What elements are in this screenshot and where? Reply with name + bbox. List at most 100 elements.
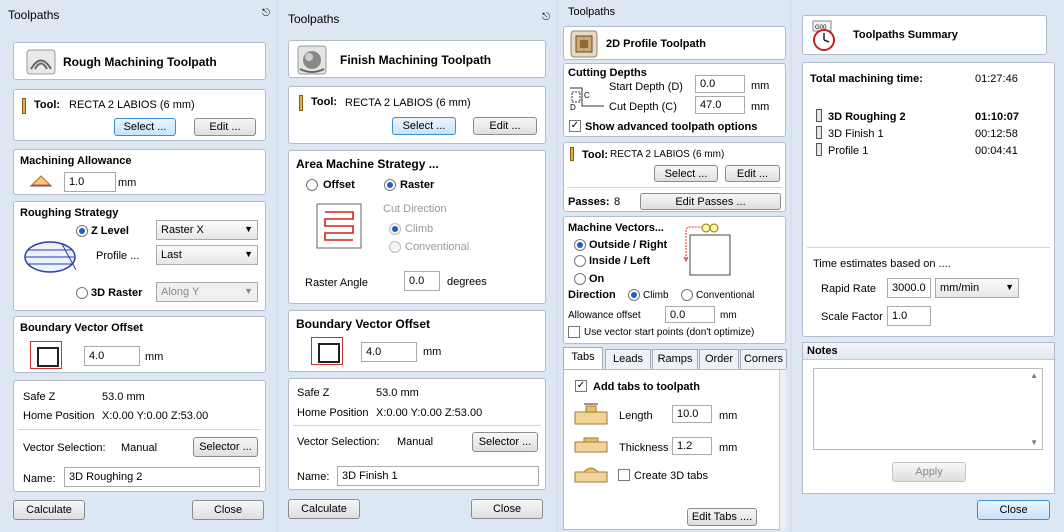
vector-start-checkbox[interactable] (568, 326, 580, 338)
machine-vector-icon (683, 223, 731, 276)
edit-tabs-button[interactable]: Edit Tabs .... (687, 508, 757, 526)
rough-boundary-unit: mm (145, 351, 164, 363)
summary-title-panel: G00 Toolpaths Summary (802, 15, 1047, 55)
edit-passes-button[interactable]: Edit Passes ... (640, 193, 781, 210)
select-tool-button[interactable]: Select ... (654, 165, 718, 182)
clock-icon: G00 (812, 20, 835, 51)
rapid-rate-input[interactable] (887, 278, 931, 298)
rough-machining-icon (26, 49, 56, 75)
tab-order[interactable]: Order (699, 349, 739, 369)
edit-tool-button[interactable]: Edit ... (194, 118, 256, 136)
climb-radio[interactable] (389, 223, 401, 235)
tab-leads[interactable]: Leads (605, 349, 651, 369)
dropdown-arrow-icon: ▼ (1005, 282, 1014, 292)
finish-header-title: Toolpaths (288, 12, 340, 26)
create-3d-tabs-checkbox[interactable] (618, 469, 630, 481)
tabs-scrollbar[interactable] (779, 370, 786, 530)
tool-label: Tool: (34, 99, 61, 111)
close-button[interactable]: Close (471, 499, 543, 519)
select-tool-button[interactable]: Select ... (114, 118, 176, 136)
profile-mode-dropdown[interactable]: Last ▼ (156, 245, 258, 265)
tab-thickness-input[interactable] (672, 437, 712, 455)
dropdown-arrow-icon: ▼ (244, 224, 253, 234)
scale-factor-input[interactable] (887, 306, 931, 326)
on-radio[interactable] (574, 273, 586, 285)
toolpath-name-input[interactable] (64, 467, 260, 487)
select-tool-button[interactable]: Select ... (392, 117, 456, 135)
allowance-offset-input[interactable] (665, 306, 715, 323)
raster-pattern-icon (316, 203, 362, 249)
selector-button[interactable]: Selector ... (472, 432, 538, 452)
finish-boundary-input[interactable] (361, 342, 417, 362)
tool-name: RECTA 2 LABIOS (6 mm) (345, 97, 471, 109)
rapid-rate-unit-dropdown[interactable]: mm/min ▼ (935, 278, 1019, 298)
tab-tabs[interactable]: Tabs (563, 347, 603, 369)
toolpath-item-name: Profile 1 (828, 145, 869, 157)
close-button[interactable]: Close (192, 500, 264, 520)
boundary-vector-icon (311, 337, 343, 365)
pin-icon[interactable]: ⎋ (262, 8, 270, 19)
notes-textarea[interactable]: ▲ ▼ (813, 368, 1043, 450)
conventional-label: Conventional (405, 241, 470, 253)
machining-allowance-input[interactable] (64, 172, 116, 192)
passes-value: 8 (614, 196, 621, 208)
tab-length-icon (574, 403, 608, 425)
zlevel-mode-dropdown[interactable]: Raster X ▼ (156, 220, 258, 240)
passes-label: Passes: (568, 196, 610, 208)
tab-corners[interactable]: Corners (740, 349, 787, 369)
tool-icon (570, 147, 574, 161)
machining-allowance-panel: Machining Allowance mm (13, 149, 266, 195)
tool-icon (22, 98, 26, 114)
scroll-up-icon[interactable]: ▲ (1030, 371, 1038, 380)
notes-header (803, 343, 1054, 360)
rough-boundary-title: Boundary Vector Offset (20, 322, 143, 334)
rough-settings-panel: Safe Z 53.0 mm Home Position X:0.00 Y:0.… (13, 380, 266, 492)
profile-tool-panel: Tool: RECTA 2 LABIOS (6 mm) Select ... E… (563, 142, 786, 212)
calculate-button[interactable]: Calculate (13, 500, 85, 520)
tool-label: Tool: (582, 149, 609, 161)
conventional-radio[interactable] (389, 241, 401, 253)
show-advanced-checkbox[interactable]: ✓ (569, 120, 581, 132)
calculate-button[interactable]: Calculate (288, 499, 360, 519)
vector-start-label: Use vector start points (don't optimize) (584, 327, 755, 338)
tab-length-input[interactable] (672, 405, 712, 423)
tool-name: RECTA 2 LABIOS (6 mm) (610, 149, 725, 160)
apply-button[interactable]: Apply (892, 462, 966, 482)
profile-toolpath-panel: Toolpaths 2D Profile Toolpath Cutting De… (558, 0, 790, 532)
raster-angle-input[interactable] (404, 271, 440, 291)
direction-label: Direction (568, 289, 616, 301)
start-depth-input[interactable] (695, 75, 745, 93)
offset-radio[interactable] (306, 179, 318, 191)
outside-right-radio[interactable] (574, 239, 586, 251)
cut-depth-label: Cut Depth (C) (609, 101, 677, 113)
toolpath-name-input[interactable] (337, 466, 539, 486)
divider (567, 187, 782, 188)
raster3d-mode-value: Along Y (161, 286, 200, 298)
raster3d-mode-dropdown[interactable]: Along Y ▼ (156, 282, 258, 302)
edit-tool-button[interactable]: Edit ... (473, 117, 537, 135)
inside-left-radio[interactable] (574, 255, 586, 267)
add-tabs-checkbox[interactable]: ✓ (575, 380, 587, 392)
finish-panel-header: Toolpaths ⎋ (278, 0, 556, 26)
tab-ramps[interactable]: Ramps (652, 349, 698, 369)
home-position-label: Home Position (23, 410, 95, 422)
scroll-down-icon[interactable]: ▼ (1030, 438, 1038, 447)
svg-text:D: D (570, 103, 576, 110)
toolpath-item-name: 3D Roughing 2 (828, 111, 906, 123)
rough-title-panel: Rough Machining Toolpath (13, 42, 266, 80)
rough-boundary-input[interactable] (84, 346, 140, 366)
notes-title: Notes (807, 345, 838, 357)
climb-radio[interactable] (628, 289, 640, 301)
raster-radio[interactable] (384, 179, 396, 191)
zlevel-radio[interactable] (76, 225, 88, 237)
profile-toolpath-icon (570, 30, 598, 58)
cut-depth-input[interactable] (695, 96, 745, 114)
raster3d-radio[interactable] (76, 287, 88, 299)
summary-close-button[interactable]: Close (977, 500, 1050, 520)
selector-button[interactable]: Selector ... (193, 437, 258, 457)
conventional-radio[interactable] (681, 289, 693, 301)
pin-icon[interactable]: ⎋ (542, 12, 550, 23)
edit-tool-button[interactable]: Edit ... (725, 165, 780, 182)
vector-selection-label: Vector Selection: (23, 442, 106, 454)
vector-selection-label: Vector Selection: (297, 436, 380, 448)
